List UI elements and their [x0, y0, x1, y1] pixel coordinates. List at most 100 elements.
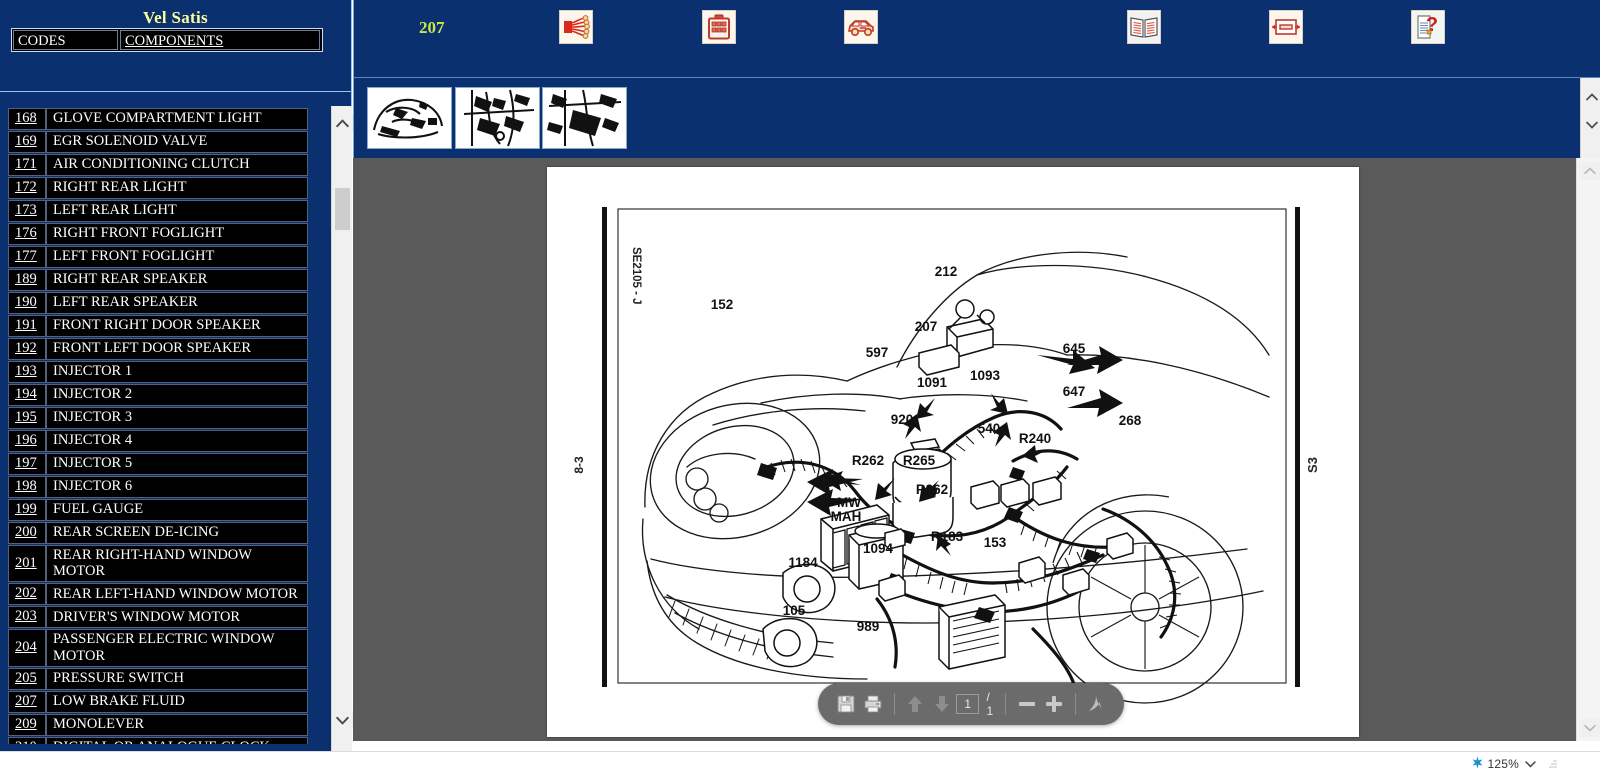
- connector-icon[interactable]: [1269, 10, 1303, 44]
- component-code-link[interactable]: 202: [15, 585, 37, 601]
- component-name-cell[interactable]: MONOLEVER: [46, 713, 308, 736]
- component-name-cell[interactable]: FUEL GAUGE: [46, 499, 308, 521]
- component-code-cell[interactable]: 177: [8, 246, 46, 268]
- component-code-link[interactable]: 190: [15, 294, 37, 310]
- component-code-link[interactable]: 192: [15, 340, 37, 356]
- component-name-cell[interactable]: PASSENGER ELECTRIC WINDOW MOTOR: [46, 629, 308, 667]
- component-code-link[interactable]: 209: [15, 716, 37, 732]
- component-name-cell[interactable]: INJECTOR 6: [46, 476, 308, 498]
- component-code-cell[interactable]: 197: [8, 453, 46, 475]
- component-code-link[interactable]: 168: [15, 110, 37, 126]
- component-code-link[interactable]: 200: [15, 524, 37, 540]
- thumbnail-3[interactable]: [542, 87, 627, 149]
- viewer-scroll-down-icon[interactable]: [1579, 719, 1600, 737]
- component-code-cell[interactable]: 196: [8, 430, 46, 452]
- component-code-link[interactable]: 195: [15, 409, 37, 425]
- component-code-cell[interactable]: 169: [8, 131, 46, 153]
- table-row[interactable]: 192 FRONT LEFT DOOR SPEAKER: [8, 338, 308, 360]
- component-name-cell[interactable]: INJECTOR 5: [46, 453, 308, 475]
- table-row[interactable]: 172 RIGHT REAR LIGHT: [8, 177, 308, 199]
- table-row[interactable]: 210 DIGITAL OR ANALOGUE CLOCK: [8, 736, 308, 744]
- component-name-cell[interactable]: LEFT REAR SPEAKER: [46, 292, 308, 314]
- table-row[interactable]: 194 INJECTOR 2: [8, 384, 308, 406]
- component-code-link[interactable]: 197: [15, 455, 37, 471]
- table-row[interactable]: 193 INJECTOR 1: [8, 361, 308, 383]
- table-row[interactable]: 205 PRESSURE SWITCH: [8, 667, 308, 690]
- component-code-link[interactable]: 199: [15, 501, 37, 517]
- component-code-cell[interactable]: 176: [8, 223, 46, 245]
- component-name-cell[interactable]: LEFT REAR LIGHT: [46, 200, 308, 222]
- table-row[interactable]: 207 LOW BRAKE FLUID: [8, 690, 308, 713]
- component-name-cell[interactable]: DRIVER'S WINDOW MOTOR: [46, 606, 308, 629]
- component-name-cell[interactable]: INJECTOR 1: [46, 361, 308, 383]
- component-code-link[interactable]: 173: [15, 202, 37, 218]
- component-code-link[interactable]: 169: [15, 133, 37, 149]
- component-code-cell[interactable]: 173: [8, 200, 46, 222]
- table-row[interactable]: 202 REAR LEFT-HAND WINDOW MOTOR: [8, 583, 308, 606]
- scroll-up-icon[interactable]: [332, 114, 353, 132]
- component-code-cell[interactable]: 210: [8, 736, 46, 744]
- component-code-cell[interactable]: 194: [8, 384, 46, 406]
- component-name-cell[interactable]: INJECTOR 3: [46, 407, 308, 429]
- table-row[interactable]: 198 INJECTOR 6: [8, 476, 308, 498]
- component-code-cell[interactable]: 192: [8, 338, 46, 360]
- component-code-link[interactable]: 201: [15, 555, 37, 571]
- component-code-cell[interactable]: 201: [8, 545, 46, 583]
- table-row[interactable]: 173 LEFT REAR LIGHT: [8, 200, 308, 222]
- component-code-link[interactable]: 210: [15, 739, 37, 744]
- table-row[interactable]: 190 LEFT REAR SPEAKER: [8, 292, 308, 314]
- scrollbar-thumb[interactable]: [335, 188, 350, 230]
- component-code-link[interactable]: 191: [15, 317, 37, 333]
- component-name-cell[interactable]: FRONT LEFT DOOR SPEAKER: [46, 338, 308, 360]
- component-code-cell[interactable]: 198: [8, 476, 46, 498]
- component-name-cell[interactable]: RIGHT FRONT FOGLIGHT: [46, 223, 308, 245]
- component-code-cell[interactable]: 209: [8, 713, 46, 736]
- scroll-down-icon[interactable]: [332, 711, 353, 729]
- thumbnail-scrollbar[interactable]: [1580, 78, 1600, 159]
- component-code-link[interactable]: 207: [15, 693, 37, 709]
- table-row[interactable]: 177 LEFT FRONT FOGLIGHT: [8, 246, 308, 268]
- tab-components[interactable]: COMPONENTS: [120, 30, 320, 50]
- component-code-cell[interactable]: 171: [8, 154, 46, 176]
- viewer-scrollbar[interactable]: [1576, 158, 1600, 741]
- thumbnail-scroll-up-icon[interactable]: [1581, 88, 1600, 106]
- component-name-cell[interactable]: PRESSURE SWITCH: [46, 667, 308, 690]
- component-code-link[interactable]: 176: [15, 225, 37, 241]
- print-button[interactable]: [861, 691, 884, 717]
- page-number-input[interactable]: 1: [955, 694, 980, 714]
- table-row[interactable]: 203 DRIVER'S WINDOW MOTOR: [8, 606, 308, 629]
- component-code-link[interactable]: 203: [15, 608, 37, 624]
- table-row[interactable]: 168 GLOVE COMPARTMENT LIGHT: [8, 108, 308, 130]
- previous-page-button[interactable]: [903, 691, 926, 717]
- zoom-out-button[interactable]: [1015, 691, 1038, 717]
- component-name-cell[interactable]: EGR SOLENOID VALVE: [46, 131, 308, 153]
- component-code-cell[interactable]: 203: [8, 606, 46, 629]
- component-code-cell[interactable]: 205: [8, 667, 46, 690]
- table-row[interactable]: 176 RIGHT FRONT FOGLIGHT: [8, 223, 308, 245]
- component-code-cell[interactable]: 199: [8, 499, 46, 521]
- fusebox-icon[interactable]: [702, 10, 736, 44]
- component-code-link[interactable]: 193: [15, 363, 37, 379]
- table-row[interactable]: 199 FUEL GAUGE: [8, 499, 308, 521]
- table-row[interactable]: 169 EGR SOLENOID VALVE: [8, 131, 308, 153]
- component-code-cell[interactable]: 204: [8, 629, 46, 667]
- component-list-scrollbar[interactable]: [331, 106, 353, 751]
- save-button[interactable]: [834, 691, 857, 717]
- tab-codes[interactable]: CODES: [13, 30, 118, 50]
- thumbnail-scroll-down-icon[interactable]: [1581, 116, 1600, 134]
- table-row[interactable]: 191 FRONT RIGHT DOOR SPEAKER: [8, 315, 308, 337]
- table-row[interactable]: 196 INJECTOR 4: [8, 430, 308, 452]
- component-code-link[interactable]: 204: [15, 639, 37, 655]
- component-name-cell[interactable]: FRONT RIGHT DOOR SPEAKER: [46, 315, 308, 337]
- vehicle-icon[interactable]: [844, 10, 878, 44]
- table-row[interactable]: 171 AIR CONDITIONING CLUTCH: [8, 154, 308, 176]
- chevron-down-icon[interactable]: [1525, 757, 1536, 771]
- component-name-cell[interactable]: REAR SCREEN DE-ICING: [46, 522, 308, 544]
- wiring-harness-icon[interactable]: [559, 10, 593, 44]
- table-row[interactable]: 200 REAR SCREEN DE-ICING: [8, 522, 308, 544]
- component-code-link[interactable]: 205: [15, 670, 37, 686]
- component-code-cell[interactable]: 193: [8, 361, 46, 383]
- component-name-cell[interactable]: INJECTOR 4: [46, 430, 308, 452]
- component-code-cell[interactable]: 172: [8, 177, 46, 199]
- thumbnail-2[interactable]: [455, 87, 540, 149]
